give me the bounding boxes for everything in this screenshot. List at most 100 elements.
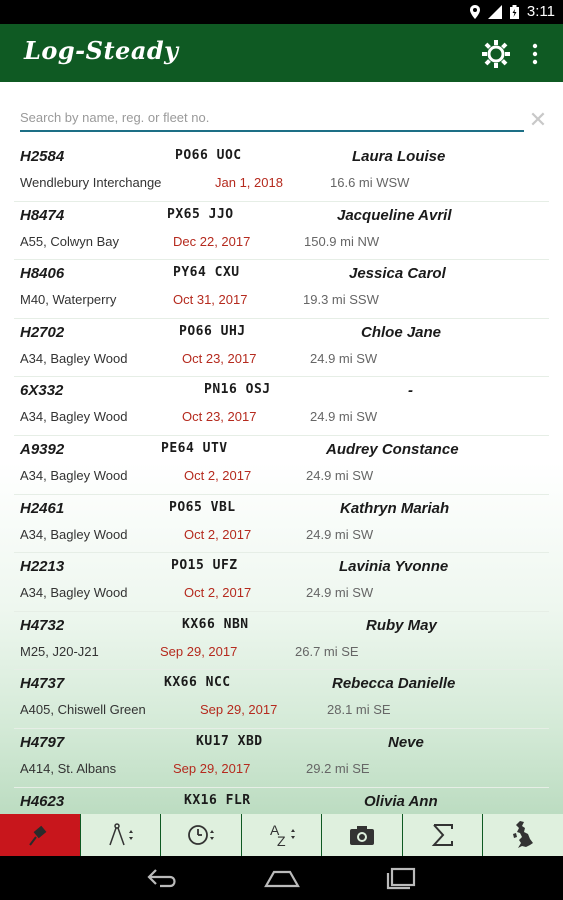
list-item[interactable]: H2584 PO66 UOC Laura Louise Wendlebury I… <box>14 143 549 202</box>
vehicle-name: Ruby May <box>366 616 437 634</box>
date: Oct 23, 2017 <box>182 350 257 366</box>
home-icon[interactable] <box>264 866 300 890</box>
date: Oct 2, 2017 <box>184 467 252 483</box>
uk-map-icon <box>513 821 534 848</box>
tab-camera[interactable] <box>322 814 402 856</box>
location: A34, Bagley Wood <box>20 350 128 366</box>
vehicle-name: Audrey Constance <box>326 440 459 458</box>
date: Sep 29, 2017 <box>200 702 278 718</box>
location: A55, Colwyn Bay <box>20 233 119 249</box>
compass-sort-icon <box>109 823 134 846</box>
distance: 150.9 mi NW <box>304 233 380 249</box>
registration: KX16 FLR <box>184 792 251 808</box>
distance: 24.9 mi SW <box>310 409 378 425</box>
list-item[interactable]: 6X332 PN16 OSJ - A34, Bagley Wood Oct 23… <box>14 377 549 436</box>
fleet-number: H4732 <box>20 616 65 634</box>
signal-icon <box>487 4 502 19</box>
distance: 29.2 mi SE <box>306 760 370 776</box>
distance: 24.9 mi SW <box>306 585 374 601</box>
fleet-number: H4623 <box>20 792 65 810</box>
registration: PO65 VBL <box>169 499 236 515</box>
date: Oct 23, 2017 <box>182 409 257 425</box>
list-item[interactable]: H2461 PO65 VBL Kathryn Mariah A34, Bagle… <box>14 495 549 554</box>
fleet-number: H2461 <box>20 499 65 517</box>
location: A405, Chiswell Green <box>20 702 146 718</box>
tab-statistics[interactable] <box>402 814 483 856</box>
list-item[interactable]: H4623 KX16 FLR Olivia Ann <box>14 788 549 814</box>
fleet-number: H2702 <box>20 323 65 341</box>
bottom-toolbar: A Z <box>0 814 563 856</box>
list-item[interactable]: H2702 PO66 UHJ Chloe Jane A34, Bagley Wo… <box>14 319 549 378</box>
distance: 24.9 mi SW <box>306 526 374 542</box>
fleet-number: H2213 <box>20 558 65 576</box>
date: Oct 2, 2017 <box>184 526 252 542</box>
distance: 26.7 mi SE <box>295 643 359 659</box>
vehicle-name: Laura Louise <box>352 148 446 165</box>
location: A34, Bagley Wood <box>20 467 128 483</box>
vehicle-list: H2584 PO66 UOC Laura Louise Wendlebury I… <box>0 143 563 814</box>
vehicle-name: Jacqueline Avril <box>337 206 452 224</box>
date: Jan 1, 2018 <box>215 175 283 190</box>
distance: 28.1 mi SE <box>327 702 391 718</box>
registration: PY64 CXU <box>173 265 240 281</box>
distance: 24.9 mi SW <box>310 350 378 366</box>
list-item[interactable]: H4797 KU17 XBD Neve A414, St. Albans Sep… <box>14 729 549 788</box>
vehicle-name: Jessica Carol <box>349 265 446 283</box>
registration: PO66 UOC <box>175 148 242 163</box>
content-area: ✕ H2584 PO66 UOC Laura Louise Wendlebury… <box>0 82 563 814</box>
location: A34, Bagley Wood <box>20 526 128 542</box>
location: Wendlebury Interchange <box>20 175 162 190</box>
list-item[interactable]: A9392 PE64 UTV Audrey Constance A34, Bag… <box>14 436 549 495</box>
date: Oct 31, 2017 <box>173 292 248 308</box>
date: Oct 2, 2017 <box>184 585 252 601</box>
date: Sep 29, 2017 <box>160 643 238 659</box>
map-pin-icon <box>28 825 47 846</box>
fleet-number: H2584 <box>20 148 65 165</box>
fleet-number: A9392 <box>20 440 65 458</box>
vehicle-name: Kathryn Mariah <box>340 499 450 517</box>
distance: 16.6 mi WSW <box>330 175 410 190</box>
gear-icon[interactable] <box>480 38 512 70</box>
tab-clock-sort[interactable] <box>161 814 241 856</box>
status-time: 3:11 <box>526 3 555 20</box>
overflow-menu-icon[interactable] <box>530 40 540 68</box>
vehicle-name: Neve <box>388 733 424 751</box>
back-icon[interactable] <box>146 866 180 890</box>
tab-map-pin[interactable] <box>0 814 80 856</box>
clear-search-icon[interactable]: ✕ <box>528 109 548 131</box>
distance: 24.9 mi SW <box>306 467 374 483</box>
search-input[interactable] <box>20 108 500 127</box>
location: A414, St. Albans <box>20 760 117 776</box>
vehicle-name: Rebecca Danielle <box>332 675 456 693</box>
status-bar: 3:11 <box>0 0 563 24</box>
vehicle-name: Olivia Ann <box>364 792 438 810</box>
recents-icon[interactable] <box>386 866 416 890</box>
tab-az-sort[interactable]: A Z <box>241 814 322 856</box>
location: M40, Waterperry <box>20 292 117 308</box>
date: Dec 22, 2017 <box>173 233 251 249</box>
registration: KX66 NCC <box>164 675 231 691</box>
fleet-number: H4737 <box>20 675 65 693</box>
tab-uk-map[interactable] <box>483 814 563 856</box>
tab-compass-sort[interactable] <box>80 814 161 856</box>
list-item[interactable]: H2213 PO15 UFZ Lavinia Yvonne A34, Bagle… <box>14 553 549 612</box>
fleet-number: H8406 <box>20 265 65 283</box>
fleet-number: 6X332 <box>20 382 64 400</box>
svg-text:Z: Z <box>277 833 286 849</box>
list-item[interactable]: H8474 PX65 JJO Jacqueline Avril A55, Col… <box>14 202 549 261</box>
registration: PN16 OSJ <box>204 382 271 398</box>
list-item[interactable]: H4732 KX66 NBN Ruby May M25, J20-J21 Sep… <box>14 612 549 671</box>
distance: 19.3 mi SSW <box>303 292 379 308</box>
registration: PE64 UTV <box>161 440 228 456</box>
system-nav-bar <box>0 856 563 900</box>
location: A34, Bagley Wood <box>20 409 128 425</box>
list-item[interactable]: H4737 KX66 NCC Rebecca Danielle A405, Ch… <box>14 670 549 729</box>
registration: PX65 JJO <box>167 206 234 222</box>
clock-sort-icon <box>188 825 214 845</box>
sigma-icon <box>431 824 453 846</box>
search-field-wrapper <box>20 108 524 132</box>
registration: KX66 NBN <box>182 616 249 632</box>
location: M25, J20-J21 <box>20 643 99 659</box>
fleet-number: H4797 <box>20 733 65 751</box>
list-item[interactable]: H8406 PY64 CXU Jessica Carol M40, Waterp… <box>14 260 549 319</box>
